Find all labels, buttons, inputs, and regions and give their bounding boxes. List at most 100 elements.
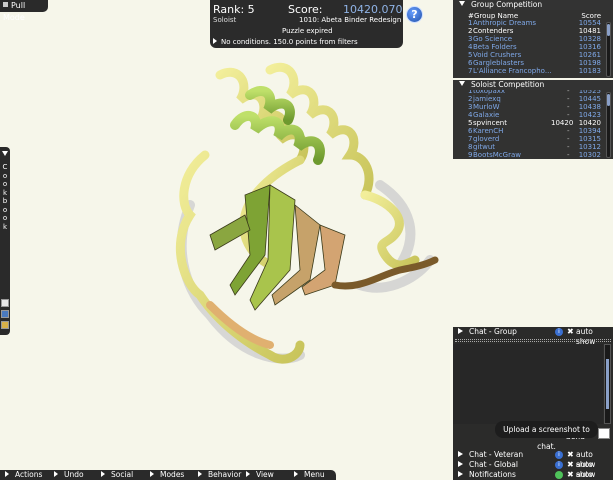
menu-behavior[interactable]: Behavior: [198, 470, 241, 480]
soloist-name[interactable]: BootsMcGraw: [473, 151, 521, 158]
soloist-name[interactable]: MurloW: [473, 103, 500, 111]
group-table-row[interactable]: 4 Beta Folders 10316: [453, 43, 613, 51]
help-icon[interactable]: ?: [406, 6, 423, 23]
soloist-table-row[interactable]: 9 BootsMcGraw - 10302: [453, 151, 613, 158]
soloist-rank: 3: [468, 103, 473, 111]
soloist-score: 10312: [578, 143, 601, 151]
rank-text: Rank: 5: [213, 3, 255, 16]
soloist-table-row[interactable]: 4 Galaxie -10423: [453, 111, 613, 119]
soloist-current-score: -: [567, 95, 570, 103]
soloist-competition-header[interactable]: Soloist Competition: [453, 80, 613, 90]
soloist-table-row[interactable]: 5 spvincent 10420 10420: [453, 119, 613, 127]
soloist-table-row[interactable]: 8 gitwut -10312: [453, 143, 613, 151]
soloist-current-score: -: [567, 151, 570, 158]
close-icon[interactable]: ✖: [567, 470, 574, 480]
expand-arrow-icon: [458, 451, 463, 457]
soloist-name[interactable]: gitwut: [473, 143, 495, 151]
soloist-current-score: -: [567, 135, 570, 143]
chat-group-header[interactable]: Chat - Group i ✖ auto show: [453, 327, 613, 346]
expand-arrow-icon: [458, 471, 463, 477]
group-name[interactable]: Contenders: [473, 27, 513, 35]
soloist-scrollbar-thumb[interactable]: [607, 94, 610, 106]
group-name[interactable]: L'Alliance Francopho...: [473, 67, 552, 75]
chat-resize-handle[interactable]: [455, 339, 611, 342]
auto-show-toggle[interactable]: auto show: [576, 470, 613, 480]
info-icon[interactable]: i: [555, 328, 563, 336]
soloist-table-row[interactable]: 6 KarenCH -10394: [453, 127, 613, 135]
puzzle-status: Puzzle expired: [282, 27, 333, 35]
group-competition-panel: Group Competition # Group Name Score 1 An…: [453, 0, 613, 78]
soloist-score: 10420: [578, 119, 601, 127]
soloist-competition-panel: Soloist Competition 1 toxopaxx -10525 2 jami…: [453, 80, 613, 159]
chat-scrollbar-thumb[interactable]: [606, 359, 609, 409]
info-icon[interactable]: i: [555, 451, 563, 459]
group-name[interactable]: Go Science: [473, 35, 512, 43]
recipe-script-icon[interactable]: [1, 321, 9, 329]
group-scrollbar-thumb[interactable]: [607, 24, 610, 36]
recipe-icon[interactable]: [1, 299, 9, 307]
menu-behavior-label: Behavior: [208, 470, 242, 479]
menu-menu[interactable]: Menu: [294, 470, 325, 480]
menu-undo-label: Undo: [64, 470, 84, 479]
group-score: 10554: [578, 19, 601, 27]
soloist-scrollbar[interactable]: [606, 92, 611, 158]
group-name[interactable]: Void Crushers: [473, 51, 521, 59]
info-icon[interactable]: i: [555, 461, 563, 469]
soloist-name[interactable]: Galaxie: [473, 111, 499, 119]
puzzle-title: 1010: Abeta Binder Redesign: [299, 16, 402, 24]
recipe-folder-icon[interactable]: [1, 310, 9, 318]
expand-arrow-icon: [101, 471, 105, 477]
conditions-toggle[interactable]: No conditions. 150.0 points from filters: [213, 38, 358, 46]
soloist-score: 10423: [578, 111, 601, 119]
soloist-table-row[interactable]: 7 gloverd -10315: [453, 135, 613, 143]
soloist-name[interactable]: gloverd: [473, 135, 499, 143]
menu-social[interactable]: Social: [101, 470, 133, 480]
group-table-row[interactable]: 3 Go Science 10328: [453, 35, 613, 43]
cookbook-tab[interactable]: Cookbook: [0, 147, 10, 335]
menu-view[interactable]: View: [246, 470, 274, 480]
group-score: 10261: [578, 51, 601, 59]
screenshot-upload-icon[interactable]: [598, 428, 610, 439]
group-table-row[interactable]: 2 Contenders 10481: [453, 27, 613, 35]
close-icon[interactable]: ✖: [567, 327, 574, 337]
soloist-score: 10315: [578, 135, 601, 143]
menu-modes[interactable]: Modes: [150, 470, 184, 480]
screenshot-tooltip: Upload a screenshot to chat.: [495, 421, 598, 451]
group-competition-header[interactable]: Group Competition: [453, 0, 613, 10]
chat-veteran-header[interactable]: Chat - Veteran i ✖ auto show: [453, 450, 613, 469]
soloist-name[interactable]: spvincent: [473, 119, 507, 127]
close-icon[interactable]: ✖: [567, 460, 574, 470]
close-icon[interactable]: ✖: [567, 450, 574, 460]
group-table-row[interactable]: 6 Gargleblasters 10198: [453, 59, 613, 67]
group-name[interactable]: Anthropic Dreams: [473, 19, 536, 27]
menu-undo[interactable]: Undo: [54, 470, 84, 480]
soloist-list: 1 toxopaxx -10525 2 jamiexq -10445 3 MurloW -104…: [453, 90, 613, 158]
group-score: 10198: [578, 59, 601, 67]
expand-arrow-icon: [198, 471, 202, 477]
soloist-rank: 5: [468, 119, 473, 127]
cookbook-label: Cookbook: [2, 163, 8, 231]
soloist-score: 10302: [578, 151, 601, 158]
menu-actions[interactable]: Actions: [5, 470, 42, 480]
pull-mode-button[interactable]: Pull Mode: [0, 0, 48, 22]
group-score: 10316: [578, 43, 601, 51]
menu-view-label: View: [256, 470, 274, 479]
expand-arrow-icon: [458, 461, 463, 467]
soloist-name[interactable]: jamiexq: [473, 95, 501, 103]
chat-scrollbar[interactable]: [604, 344, 611, 424]
group-table-row[interactable]: 5 Void Crushers 10261: [453, 51, 613, 59]
soloist-table-row[interactable]: 2 jamiexq -10445: [453, 95, 613, 103]
group-name[interactable]: Gargleblasters: [473, 59, 524, 67]
group-scrollbar[interactable]: [606, 22, 611, 77]
group-table-row[interactable]: 1 Anthropic Dreams 10554: [453, 19, 613, 27]
protein-structure[interactable]: [150, 55, 450, 385]
group-rank: 3: [468, 35, 473, 43]
soloist-name[interactable]: KarenCH: [473, 127, 503, 135]
notifications-header[interactable]: Notifications ✖ auto show: [453, 470, 613, 480]
soloist-competition-title: Soloist Competition: [471, 80, 545, 89]
group-table-row[interactable]: 7 L'Alliance Francopho... 10183: [453, 67, 613, 75]
chat-global-header[interactable]: Chat - Global i ✖ auto show: [453, 460, 613, 479]
soloist-rank: 6: [468, 127, 473, 135]
group-name[interactable]: Beta Folders: [473, 43, 517, 51]
soloist-table-row[interactable]: 3 MurloW -10438: [453, 103, 613, 111]
